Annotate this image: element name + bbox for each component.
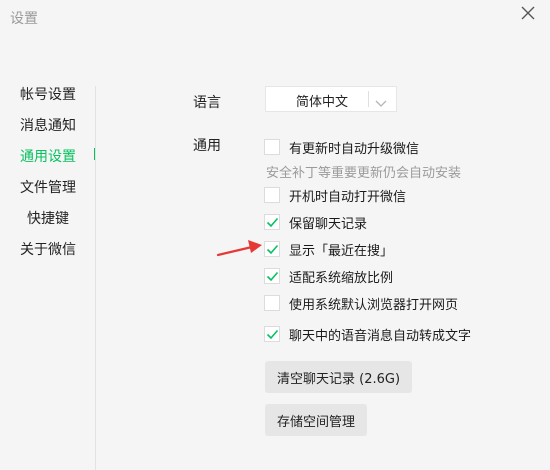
sidebar-item-files[interactable]: 文件管理	[20, 177, 76, 197]
language-select[interactable]: 简体中文	[265, 86, 397, 112]
checkmark-icon	[266, 271, 279, 282]
sidebar-item-notifications[interactable]: 消息通知	[20, 115, 76, 135]
option-label: 聊天中的语音消息自动转成文字	[289, 329, 472, 344]
checkbox-keep-chat-history[interactable]	[264, 214, 280, 230]
sidebar-item-general[interactable]: 通用设置	[20, 146, 76, 166]
settings-window: 设置 帐号设置 消息通知 通用设置 文件管理 快捷键 关于微信 语言 简体中文 …	[0, 0, 550, 470]
option-label: 保留聊天记录	[289, 217, 368, 232]
sidebar-item-about[interactable]: 关于微信	[20, 239, 76, 259]
window-title: 设置	[10, 11, 38, 27]
sidebar-divider	[95, 86, 96, 470]
checkmark-icon	[266, 329, 279, 340]
sidebar-item-shortcuts[interactable]: 快捷键	[27, 208, 69, 228]
checkbox-voice-to-text[interactable]	[264, 326, 280, 342]
option-label: 有更新时自动升级微信	[289, 142, 420, 157]
checkmark-icon	[266, 244, 279, 255]
option-label: 开机时自动打开微信	[289, 190, 407, 205]
checkbox-default-browser[interactable]	[264, 295, 280, 311]
checkbox-system-scaling[interactable]	[264, 268, 280, 284]
chevron-down-icon	[374, 94, 388, 107]
sidebar-item-account[interactable]: 帐号设置	[20, 84, 76, 104]
checkbox-show-recent-search[interactable]	[264, 241, 280, 257]
option-label: 使用系统默认浏览器打开网页	[289, 298, 459, 313]
option-label: 适配系统缩放比例	[289, 271, 394, 286]
checkbox-auto-upgrade[interactable]	[264, 139, 280, 155]
select-separator	[368, 91, 369, 107]
clear-chat-history-button[interactable]: 清空聊天记录 (2.6G)	[265, 361, 413, 393]
general-label: 通用	[193, 138, 221, 154]
checkbox-launch-on-startup[interactable]	[264, 187, 280, 203]
option-label: 显示「最近在搜」	[289, 244, 394, 259]
language-label: 语言	[193, 95, 221, 111]
language-selected-value: 简体中文	[296, 95, 349, 110]
arrow-icon	[216, 236, 264, 258]
close-icon[interactable]	[519, 4, 537, 22]
checkmark-icon	[266, 217, 279, 228]
auto-update-hint: 安全补丁等重要更新仍会自动安装	[266, 166, 462, 181]
storage-management-button[interactable]: 存储空间管理	[265, 404, 368, 436]
